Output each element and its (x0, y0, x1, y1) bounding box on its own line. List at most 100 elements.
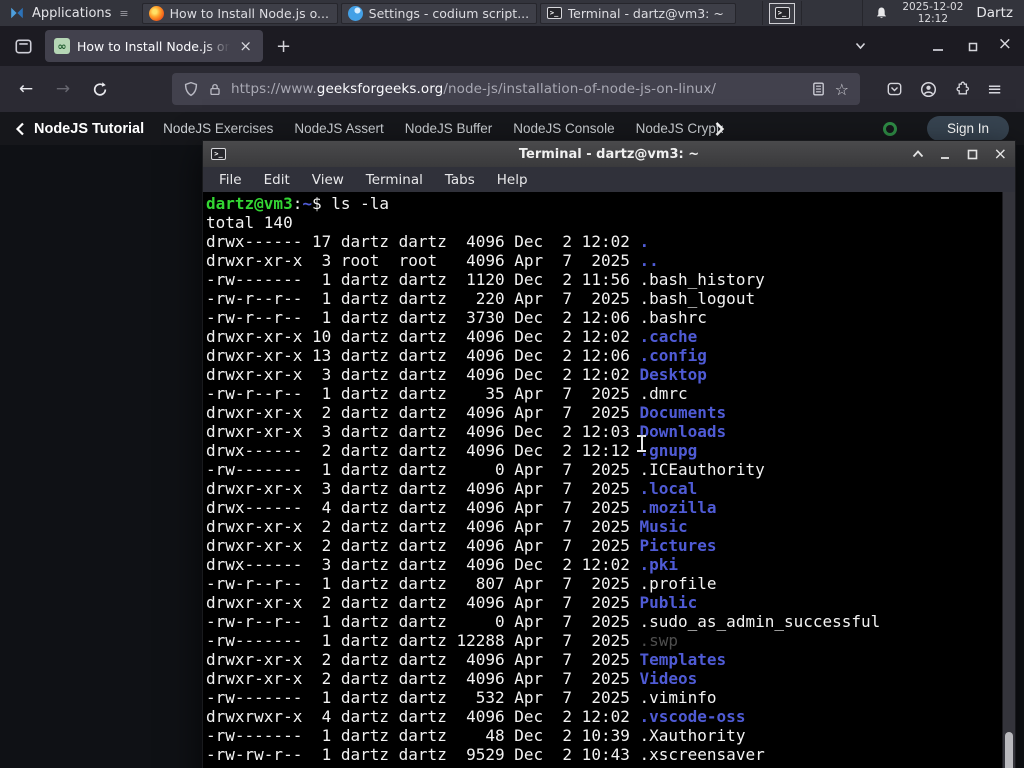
directory-name: Pictures (639, 536, 717, 555)
applications-menu-button[interactable]: Applications ≡ (0, 0, 138, 26)
panel-clock[interactable]: 2025-12-02 12:12 (902, 1, 963, 25)
tracking-shield-icon[interactable] (183, 81, 199, 97)
terminal-menubar: File Edit View Terminal Tabs Help (203, 167, 1015, 192)
maximize-icon[interactable] (967, 149, 978, 160)
terminal-listing-line: -rw------- 1 dartz dartz 12288 Apr 7 202… (206, 631, 679, 650)
scrollbar-thumb[interactable] (1005, 732, 1013, 768)
clock-date: 2025-12-02 (902, 0, 964, 13)
shade-chevron-up-icon[interactable] (912, 149, 924, 159)
directory-name: .mozilla (639, 498, 717, 517)
url-bar[interactable]: https://www.geeksforgeeks.org/node-js/in… (172, 73, 860, 105)
nav-link[interactable]: NodeJS Crypto (636, 121, 724, 136)
extensions-puzzle-icon[interactable] (954, 81, 970, 97)
terminal-titlebar[interactable]: >_ Terminal - dartz@vm3: ~ × (203, 141, 1015, 167)
back-icon[interactable]: ← (14, 79, 38, 99)
reload-icon[interactable] (88, 81, 112, 98)
close-icon[interactable]: × (994, 146, 1007, 162)
terminal-listing-line: -rw------- 1 dartz dartz 48 Dec 2 10:39 … (206, 726, 746, 745)
chevron-left-icon (15, 122, 24, 135)
file-name: .swp (639, 631, 679, 650)
terminal-listing-line: drwxr-xr-x 13 dartz dartz 4096 Dec 2 12:… (206, 346, 707, 365)
terminal-listing-line: -rw------- 1 dartz dartz 1120 Dec 2 11:5… (206, 270, 765, 289)
window-close-icon[interactable]: × (998, 34, 1012, 54)
tab-close-icon[interactable]: × (237, 38, 254, 54)
system-tray: >_ (762, 1, 802, 25)
taskbar-window-button[interactable]: Settings - codium script... (340, 2, 537, 24)
directory-name: . (639, 232, 650, 251)
window-minimize-icon[interactable] (932, 41, 944, 53)
directory-name: Downloads (639, 422, 727, 441)
applications-label: Applications (32, 5, 112, 21)
terminal-listing-line: drwxr-xr-x 2 dartz dartz 4096 Apr 7 2025… (206, 536, 717, 555)
terminal-listing-line: drwxr-xr-x 10 dartz dartz 4096 Dec 2 12:… (206, 327, 698, 346)
file-name: .dmrc (639, 384, 688, 403)
panel-status-area: 2025-12-02 12:12 Dartz (862, 0, 1024, 26)
browser-tab-active[interactable]: ∞ How to Install Node.js on × (45, 30, 263, 62)
prompt-cwd: ~ (302, 194, 312, 213)
account-icon[interactable] (920, 81, 937, 98)
menu-item[interactable]: Help (486, 172, 539, 188)
directory-name: .cache (639, 327, 698, 346)
toolbar-right-icons: ≡ (886, 79, 1002, 100)
directory-name: Templates (639, 650, 727, 669)
gfg-favicon-icon: ∞ (54, 38, 70, 54)
file-name: .xscreensaver (639, 745, 765, 764)
search-icon[interactable] (882, 121, 897, 136)
browser-toolbar: ← → https://www.geeksforgeeks.org/node-j… (0, 66, 1024, 112)
terminal-screen[interactable]: dartz@vm3:~$ ls -la total 140 drwx------… (203, 192, 1015, 768)
file-name: .profile (639, 574, 717, 593)
menu-item[interactable]: Tabs (434, 172, 486, 188)
nav-link[interactable]: NodeJS Assert (294, 121, 383, 136)
nav-link[interactable]: NodeJS Buffer (405, 121, 493, 136)
taskbar-window-button[interactable]: How to Install Node.js o... (141, 2, 338, 24)
directory-name: Desktop (639, 365, 707, 384)
nav-link[interactable]: NodeJS Exercises (163, 121, 273, 136)
pocket-save-icon[interactable] (886, 81, 903, 97)
menu-item[interactable]: View (301, 172, 355, 188)
menu-item[interactable]: Edit (253, 172, 301, 188)
sign-in-button[interactable]: Sign In (926, 116, 1009, 141)
app-menu-hamburger-icon[interactable]: ≡ (987, 79, 1002, 100)
gfg-nav-right: Sign In (882, 116, 1009, 141)
taskbar-window-button[interactable]: >_ Terminal - dartz@vm3: ~ (539, 2, 736, 24)
menu-item[interactable]: Terminal (355, 172, 434, 188)
notification-bell-icon[interactable] (874, 6, 889, 21)
chevron-right-icon[interactable] (714, 121, 725, 137)
tab-title: How to Install Node.js on (77, 38, 231, 54)
lock-icon[interactable] (208, 82, 222, 97)
bookmark-star-icon[interactable]: ☆ (835, 80, 849, 99)
directory-name: .. (639, 251, 659, 270)
terminal-total-line: total 140 (206, 213, 293, 232)
window-maximize-icon[interactable] (967, 41, 979, 53)
url-path: /node-js/installation-of-node-js-on-linu… (443, 81, 717, 97)
minimize-icon[interactable] (940, 149, 951, 160)
firefox-view-icon[interactable] (14, 38, 33, 55)
directory-name: .config (639, 346, 707, 365)
prompt-user-host: dartz@vm3 (206, 194, 293, 213)
terminal-listing: drwx------ 17 dartz dartz 4096 Dec 2 12:… (206, 232, 999, 764)
directory-name: Public (639, 593, 698, 612)
terminal-icon: >_ (774, 7, 790, 19)
user-menu[interactable]: Dartz (976, 5, 1013, 21)
list-all-tabs-chevron-icon[interactable] (853, 39, 868, 53)
mouse-ibeam-cursor (636, 435, 647, 452)
nav-link[interactable]: NodeJS Console (513, 121, 614, 136)
url-scheme: https://www. (231, 81, 317, 97)
terminal-listing-line: -rw------- 1 dartz dartz 0 Apr 7 2025 .I… (206, 460, 765, 479)
reader-mode-icon[interactable] (811, 81, 826, 97)
menu-item[interactable]: File (208, 172, 253, 188)
file-name: .bash_history (639, 270, 765, 289)
url-text[interactable]: https://www.geeksforgeeks.org/node-js/in… (231, 81, 716, 97)
forward-icon[interactable]: → (51, 79, 75, 99)
directory-name: Documents (639, 403, 727, 422)
tray-terminal-button[interactable]: >_ (769, 2, 795, 24)
file-name: .ICEauthority (639, 460, 765, 479)
terminal-listing-line: drwxr-xr-x 3 dartz dartz 4096 Dec 2 12:0… (206, 422, 727, 441)
directory-name: Videos (639, 669, 698, 688)
file-name: .Xauthority (639, 726, 746, 745)
new-tab-button[interactable]: + (276, 36, 291, 57)
terminal-scrollbar[interactable] (1002, 192, 1015, 768)
terminal-icon: >_ (546, 7, 562, 19)
terminal-listing-line: drwxr-xr-x 2 dartz dartz 4096 Apr 7 2025… (206, 403, 727, 422)
nav-back-tutorial[interactable]: NodeJS Tutorial (15, 121, 144, 137)
